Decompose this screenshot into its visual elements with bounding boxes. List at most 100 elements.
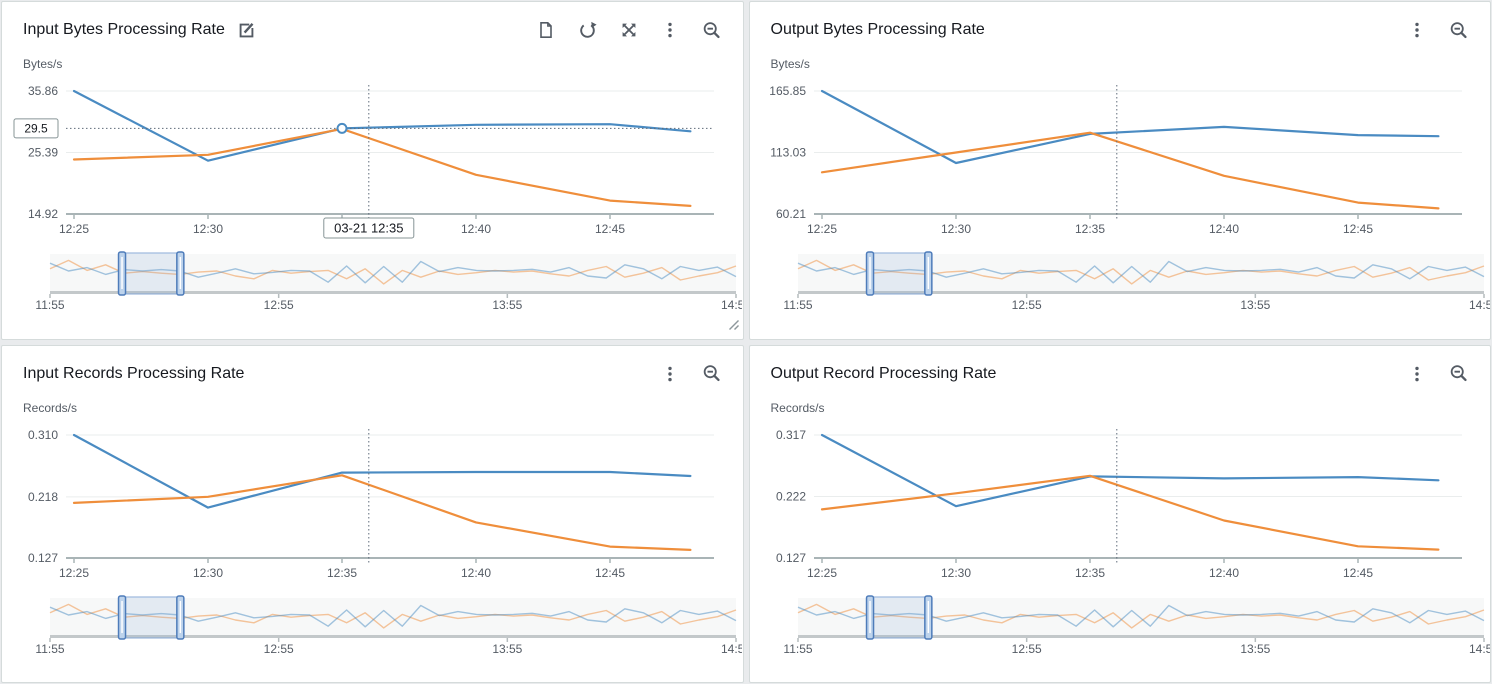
snapshot-button[interactable] (537, 21, 555, 39)
y-axis-unit-label: Bytes/s (771, 57, 1491, 71)
brush-selection[interactable] (122, 253, 180, 294)
y-tick-label: 0.317 (775, 428, 805, 442)
y-tick-label: 165.85 (769, 84, 806, 98)
kebab-menu-icon (661, 365, 679, 383)
y-axis-unit-label: Records/s (23, 401, 743, 415)
dashboard-grid: Input Bytes Processing Rate (0, 0, 1492, 684)
series-blue-line (822, 435, 1438, 506)
y-axis-unit-label: Bytes/s (23, 57, 743, 71)
brush-tick-label: 14:55 (721, 298, 742, 312)
y-tick-label: 35.86 (28, 84, 58, 98)
menu-button[interactable] (661, 21, 679, 39)
edit-icon (237, 21, 256, 40)
x-tick-label: 12:45 (595, 222, 625, 236)
kebab-menu-icon (661, 21, 679, 39)
brush-tick-label: 11:55 (783, 642, 812, 656)
x-tick-label: 12:25 (59, 566, 89, 580)
panel-header: Output Record Processing Rate (750, 346, 1491, 389)
panel-title: Output Bytes Processing Rate (771, 21, 985, 39)
main-chart[interactable]: 35.8625.3914.9212:2512:3012:3512:4012:45… (2, 75, 742, 247)
document-icon (537, 21, 555, 39)
refresh-icon (578, 21, 597, 40)
expand-button[interactable] (620, 21, 638, 39)
y-axis-unit-label: Records/s (771, 401, 1491, 415)
x-tick-label: 12:25 (59, 222, 89, 236)
kebab-menu-icon (1408, 21, 1426, 39)
main-chart[interactable]: 0.3100.2180.12712:2512:3012:3512:4012:45 (2, 419, 742, 591)
brush-chart[interactable]: 11:5512:5513:5514:55 (750, 595, 1490, 659)
series-orange-line (74, 475, 690, 550)
panel-header: Input Bytes Processing Rate (2, 2, 743, 45)
zoom-out-button[interactable] (1449, 21, 1468, 40)
y-tick-label: 113.03 (770, 146, 806, 160)
brush-selection[interactable] (870, 597, 928, 638)
crosshair-value-label: 29.5 (24, 121, 48, 135)
x-tick-label: 12:30 (193, 566, 223, 580)
menu-button[interactable] (1408, 365, 1426, 383)
panel-input-bytes-processing-rate: Input Bytes Processing Rate (1, 1, 744, 340)
x-tick-label: 12:35 (1074, 222, 1104, 236)
brush-tick-label: 12:55 (264, 642, 294, 656)
x-tick-label: 12:30 (940, 566, 970, 580)
main-chart[interactable]: 0.3170.2220.12712:2512:3012:3512:4012:45 (750, 419, 1490, 591)
brush-tick-label: 13:55 (492, 298, 522, 312)
x-tick-label: 12:35 (1074, 566, 1104, 580)
panel-output-bytes-processing-rate: Output Bytes Processing Rate (749, 1, 1492, 340)
series-orange-line (74, 129, 690, 206)
brush-tick-label: 12:55 (264, 298, 294, 312)
x-tick-label: 12:25 (806, 566, 836, 580)
chart-toolbar (1408, 364, 1468, 383)
panel-resize-handle[interactable] (726, 317, 740, 336)
y-tick-label: 0.218 (28, 489, 58, 503)
y-tick-label: 0.127 (28, 551, 58, 565)
zoom-out-button[interactable] (702, 21, 721, 40)
panel-title: Output Record Processing Rate (771, 365, 997, 383)
zoom-out-button[interactable] (702, 364, 721, 383)
panel-input-records-processing-rate: Input Records Processing Rate (1, 345, 744, 684)
series-orange-line (822, 475, 1438, 549)
brush-chart[interactable]: 11:55 12:55 13:55 14:55 (2, 595, 742, 659)
brush-tick-label: 13:55 (492, 642, 522, 656)
brush-selection[interactable] (870, 253, 928, 294)
panel-header: Output Bytes Processing Rate (750, 2, 1491, 45)
brush-selection[interactable] (122, 597, 180, 638)
series-orange-line (822, 133, 1438, 209)
x-tick-label: 12:45 (595, 566, 625, 580)
expand-icon (620, 21, 638, 39)
x-tick-label: 12:45 (1342, 222, 1372, 236)
brush-tick-label: 14:55 (721, 642, 742, 656)
main-chart[interactable]: 165.85113.0360.2112:2512:3012:3512:4012:… (750, 75, 1490, 247)
y-tick-label: 0.310 (28, 428, 58, 442)
brush-tick-label: 11:55 (783, 298, 812, 312)
y-tick-label: 0.127 (775, 551, 805, 565)
menu-button[interactable] (661, 365, 679, 383)
brush-tick-label: 12:55 (1011, 642, 1041, 656)
kebab-menu-icon (1408, 365, 1426, 383)
series-blue-line (74, 91, 690, 161)
brush-tick-label: 13:55 (1240, 298, 1270, 312)
brush-chart[interactable]: 11:5512:5513:5514:55 (2, 251, 742, 315)
x-tick-label: 12:35 (327, 566, 357, 580)
panel-output-record-processing-rate: Output Record Processing Rate (749, 345, 1492, 684)
refresh-button[interactable] (578, 21, 597, 40)
y-tick-label: 25.39 (28, 146, 58, 160)
zoom-out-button[interactable] (1449, 364, 1468, 383)
hover-point-marker (338, 124, 347, 133)
brush-tick-label: 12:55 (1011, 298, 1041, 312)
brush-tick-label: 11:55 (35, 642, 64, 656)
y-tick-label: 0.222 (775, 489, 805, 503)
x-tick-label: 12:25 (806, 222, 836, 236)
edit-title-button[interactable] (237, 21, 256, 40)
chart-toolbar (1408, 21, 1468, 40)
crosshair-time-label: 03-21 12:35 (334, 221, 403, 236)
resize-handle-icon (726, 317, 740, 331)
zoom-out-icon (702, 21, 721, 40)
menu-button[interactable] (1408, 21, 1426, 39)
brush-chart[interactable]: 11:55 12:55 13:55 14:55 (750, 251, 1490, 315)
zoom-out-icon (702, 364, 721, 383)
x-tick-label: 12:30 (193, 222, 223, 236)
panel-title: Input Records Processing Rate (23, 365, 244, 383)
brush-tick-label: 14:55 (1468, 298, 1489, 312)
chart-toolbar (661, 364, 721, 383)
x-tick-label: 12:40 (461, 222, 491, 236)
